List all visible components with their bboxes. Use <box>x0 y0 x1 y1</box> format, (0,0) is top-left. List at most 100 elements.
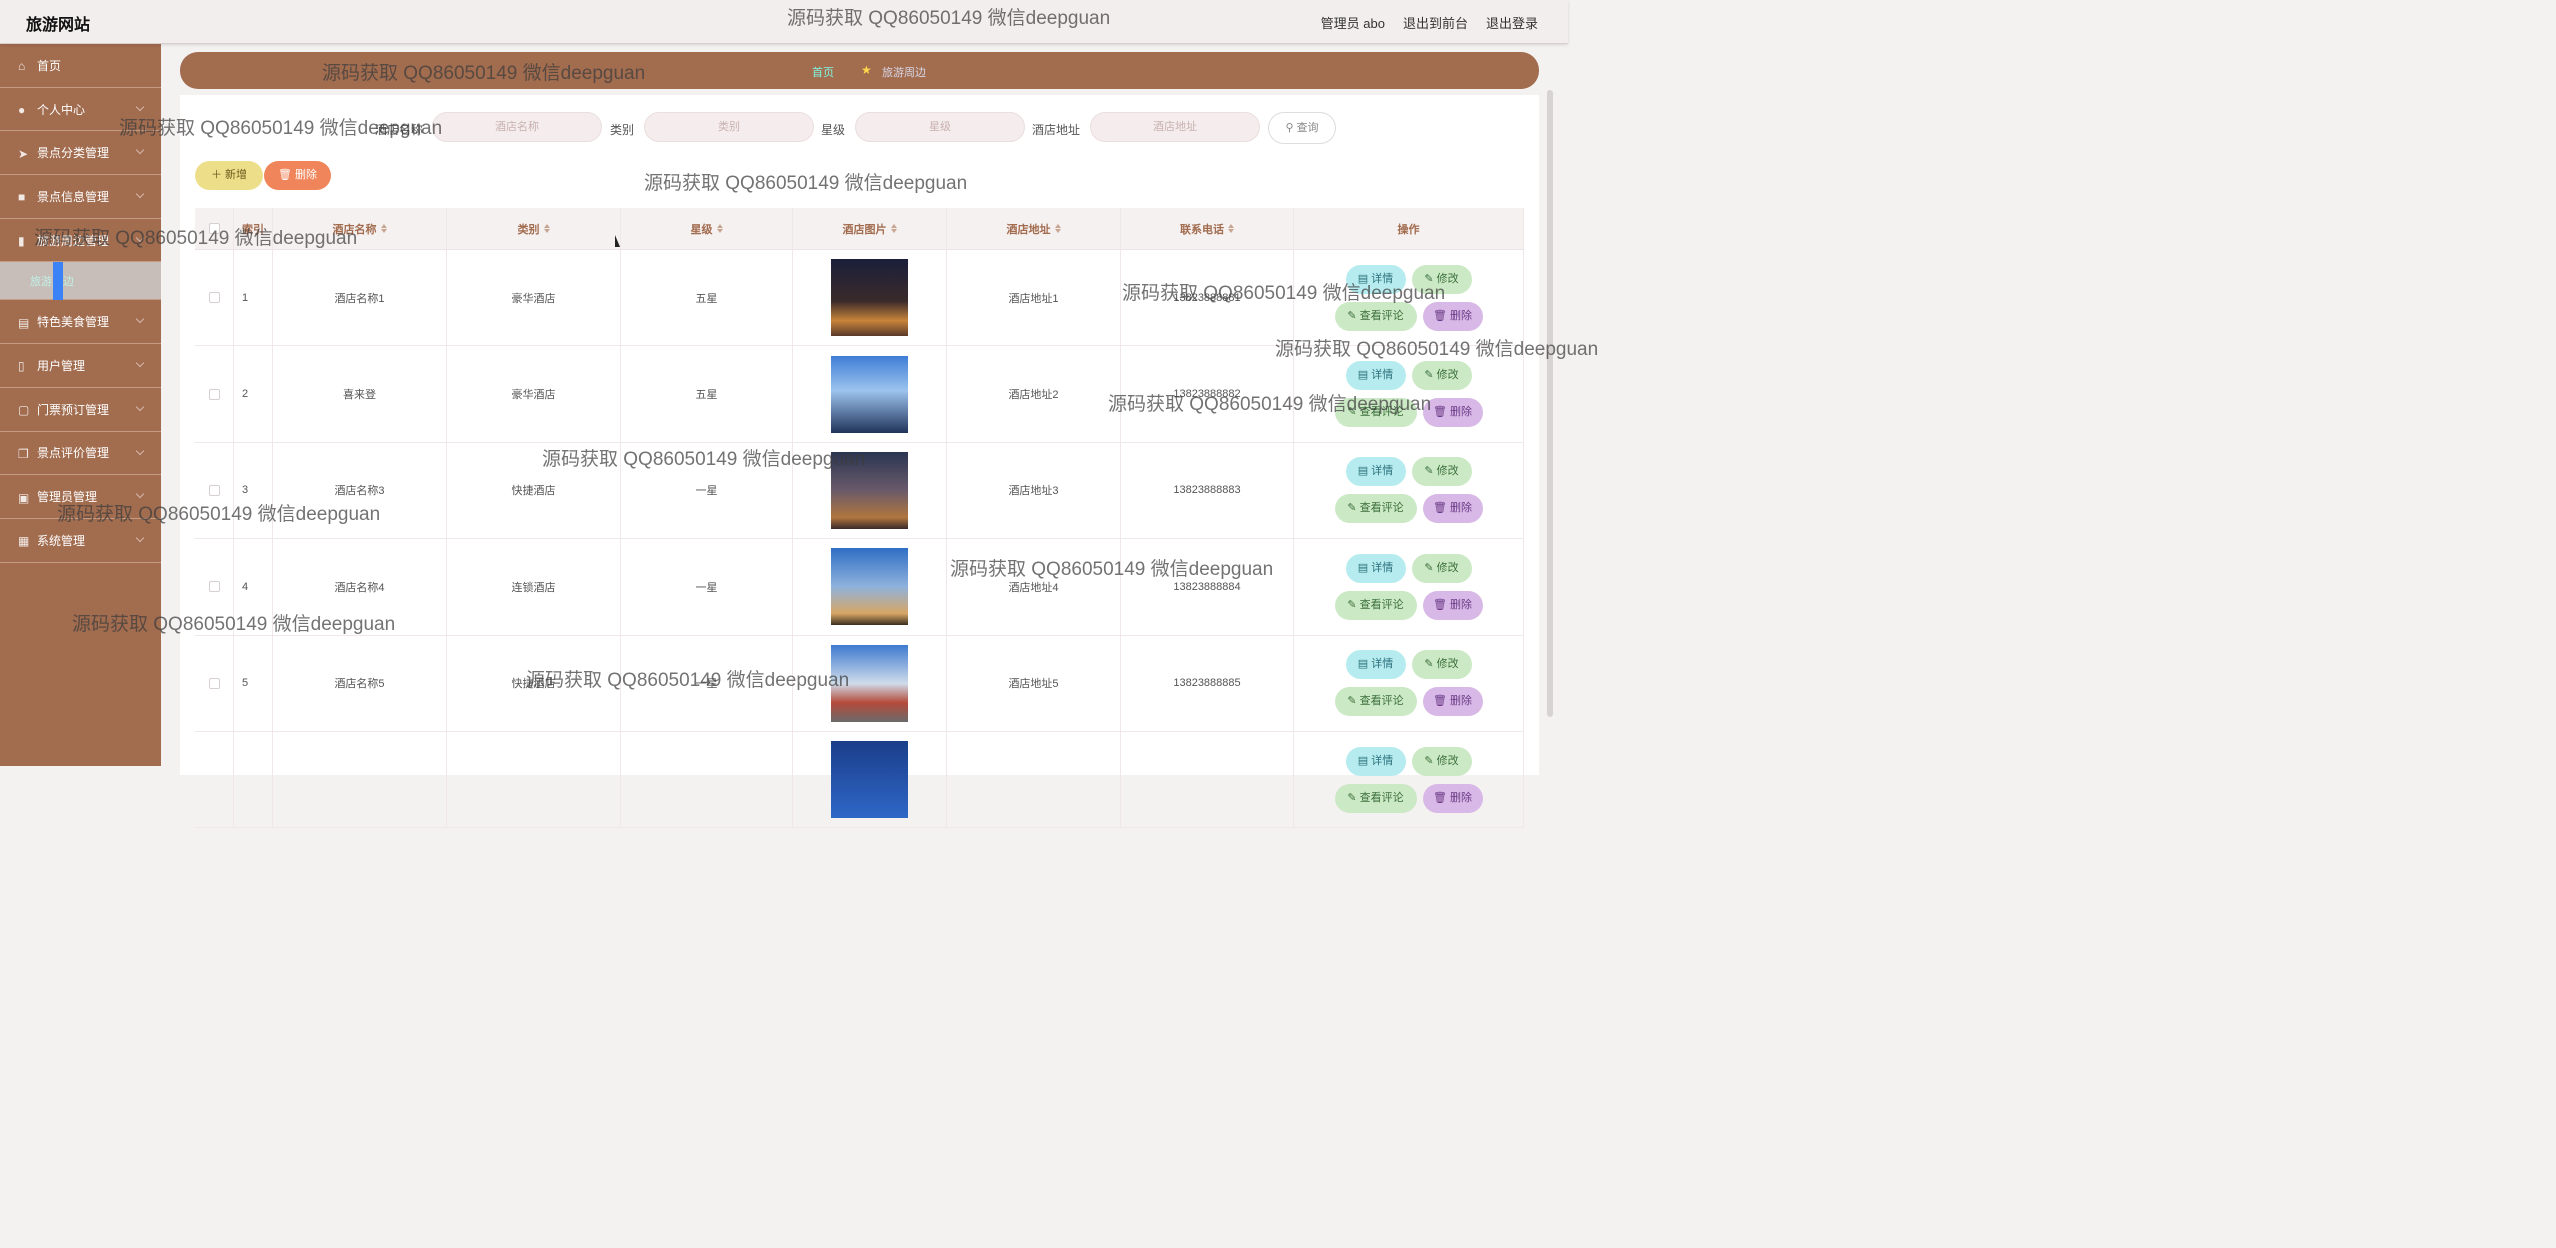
sidebar-item-review[interactable]: ❐ 景点评价管理 <box>0 432 161 476</box>
edit-button[interactable]: ✎ 修改 <box>1411 650 1472 680</box>
edit-button[interactable]: ✎ 修改 <box>1411 553 1472 583</box>
cell-index: 2 <box>234 346 273 442</box>
sort-icon[interactable] <box>543 223 550 233</box>
doc-icon: ▤ <box>1357 272 1372 285</box>
action-group: ▤ 详情 ✎ 修改 ✎ 查看评论 🗑 删除 <box>1329 361 1489 428</box>
active-marker <box>53 262 63 301</box>
top-bar: 旅游网站 管理员 abo 退出到前台 退出登录 <box>0 0 1568 44</box>
exit-to-front-link[interactable]: 退出到前台 <box>1403 13 1468 32</box>
cell-index-text: 2 <box>242 388 249 401</box>
remove-button[interactable]: 🗑 删除 <box>1422 494 1483 524</box>
view-review-button[interactable]: ✎ 查看评论 <box>1334 590 1417 620</box>
cell-image <box>793 539 947 635</box>
remove-button[interactable]: 🗑 删除 <box>1422 398 1483 428</box>
sort-icon[interactable] <box>1054 223 1061 233</box>
category-label: 类别 <box>610 123 635 137</box>
sidebar-item-home[interactable]: ⌂ 首页 <box>0 44 161 88</box>
sidebar-item-spot-info[interactable]: ■ 景点信息管理 <box>0 175 161 219</box>
header-name[interactable]: 酒店名称 <box>273 208 447 249</box>
view-review-button[interactable]: ✎ 查看评论 <box>1334 398 1417 428</box>
header-star[interactable]: 星级 <box>621 208 793 249</box>
sidebar-item-admin[interactable]: ▣ 管理员管理 <box>0 475 161 519</box>
sort-icon[interactable] <box>380 223 387 233</box>
view-review-button[interactable]: ✎ 查看评论 <box>1334 687 1417 717</box>
hotel-image[interactable] <box>831 548 908 626</box>
cell-category: 连锁酒店 <box>447 539 621 635</box>
query-button[interactable]: ⚲ 查询 <box>1268 112 1336 144</box>
hotel-image[interactable] <box>831 355 908 433</box>
detail-button[interactable]: ▤ 详情 <box>1345 650 1406 680</box>
row-checkbox[interactable] <box>208 677 220 689</box>
header-phone[interactable]: 联系电话 <box>1121 208 1294 249</box>
edit-button[interactable]: ✎ 修改 <box>1411 264 1472 294</box>
view-review-button[interactable]: ✎ 查看评论 <box>1334 783 1417 813</box>
sidebar-item-ticket[interactable]: ▢ 门票预订管理 <box>0 388 161 432</box>
row-checkbox[interactable] <box>208 292 220 304</box>
cell-name <box>273 731 447 828</box>
row-checkbox[interactable] <box>208 581 220 593</box>
view-review-button[interactable]: ✎ 查看评论 <box>1334 301 1417 331</box>
sidebar-item-travel-nearby[interactable]: ▮ 旅游周边管理 <box>0 219 161 263</box>
remove-button[interactable]: 🗑 删除 <box>1422 687 1483 717</box>
sidebar-item-spot-category[interactable]: ➤ 景点分类管理 <box>0 131 161 176</box>
sidebar-item-food[interactable]: ▤ 特色美食管理 <box>0 300 161 345</box>
edit-button[interactable]: ✎ 修改 <box>1411 361 1472 391</box>
cell-image <box>793 346 947 442</box>
select-all-checkbox[interactable] <box>208 223 220 234</box>
hotel-image[interactable] <box>831 259 908 337</box>
hotel-name-input[interactable]: 酒店名称 <box>432 112 602 142</box>
sidebar-item-profile[interactable]: ● 个人中心 <box>0 88 161 132</box>
detail-button[interactable]: ▤ 详情 <box>1345 264 1406 294</box>
edit-button[interactable]: ✎ 修改 <box>1411 457 1472 487</box>
header-address[interactable]: 酒店地址 <box>947 208 1121 249</box>
detail-button[interactable]: ▤ 详情 <box>1345 746 1406 776</box>
header-category-label: 类别 <box>517 223 540 236</box>
header-image[interactable]: 酒店图片 <box>793 208 947 249</box>
sort-icon[interactable] <box>890 223 897 233</box>
row-checkbox[interactable] <box>208 484 220 496</box>
remove-button[interactable]: 🗑 删除 <box>1422 783 1483 813</box>
header-index-label: 索引 <box>242 223 264 236</box>
doc-icon: ▤ <box>1357 369 1372 382</box>
breadcrumb-home[interactable]: 首页 <box>812 64 834 80</box>
address-input[interactable]: 酒店地址 <box>1090 112 1260 142</box>
add-button[interactable]: ＋ 新增 <box>195 161 263 190</box>
sidebar-item-system[interactable]: ▦ 系统管理 <box>0 519 161 563</box>
remove-button[interactable]: 🗑 删除 <box>1422 301 1483 331</box>
remove-button-label: 删除 <box>1450 309 1473 322</box>
trash-icon: 🗑 <box>1432 791 1451 804</box>
query-button-label: 查询 <box>1296 122 1319 134</box>
cell-index: 1 <box>234 250 273 346</box>
detail-button-label: 详情 <box>1371 658 1394 671</box>
pencil-icon: ✎ <box>1347 791 1360 804</box>
logout-link[interactable]: 退出登录 <box>1486 13 1538 32</box>
cell-actions: ▤ 详情 ✎ 修改 ✎ 查看评论 🗑 删除 <box>1294 539 1524 635</box>
admin-user-label[interactable]: 管理员 abo <box>1321 13 1385 32</box>
detail-button[interactable]: ▤ 详情 <box>1345 457 1406 487</box>
sidebar-subitem-label: 旅游周边 <box>30 275 74 288</box>
hotel-image[interactable] <box>831 644 908 722</box>
star-input[interactable]: 星级 <box>855 112 1025 142</box>
delete-button[interactable]: 🗑 删除 <box>264 161 331 190</box>
view-review-button-label: 查看评论 <box>1359 406 1404 419</box>
sort-icon[interactable] <box>716 223 723 233</box>
row-checkbox[interactable] <box>208 388 220 400</box>
category-input[interactable]: 类别 <box>644 112 814 142</box>
hotel-image[interactable] <box>831 451 908 529</box>
detail-button[interactable]: ▤ 详情 <box>1345 553 1406 583</box>
header-name-label: 酒店名称 <box>332 223 377 236</box>
cell-star: 五星 <box>621 346 793 442</box>
cell-category: 豪华酒店 <box>447 250 621 346</box>
remove-button[interactable]: 🗑 删除 <box>1422 590 1483 620</box>
sidebar-item-users[interactable]: ▯ 用户管理 <box>0 344 161 388</box>
trash-icon: 🗑 <box>1432 695 1451 708</box>
hotel-image[interactable] <box>831 741 908 819</box>
vertical-scrollbar[interactable] <box>1547 90 1553 717</box>
detail-button[interactable]: ▤ 详情 <box>1345 361 1406 391</box>
header-category[interactable]: 类别 <box>447 208 621 249</box>
sort-icon[interactable] <box>1228 223 1234 233</box>
view-review-button[interactable]: ✎ 查看评论 <box>1334 494 1417 524</box>
sidebar-subitem-travel-nearby[interactable]: 旅游周边 <box>0 262 161 301</box>
chevron-down-icon <box>135 402 145 412</box>
edit-button[interactable]: ✎ 修改 <box>1411 746 1472 776</box>
